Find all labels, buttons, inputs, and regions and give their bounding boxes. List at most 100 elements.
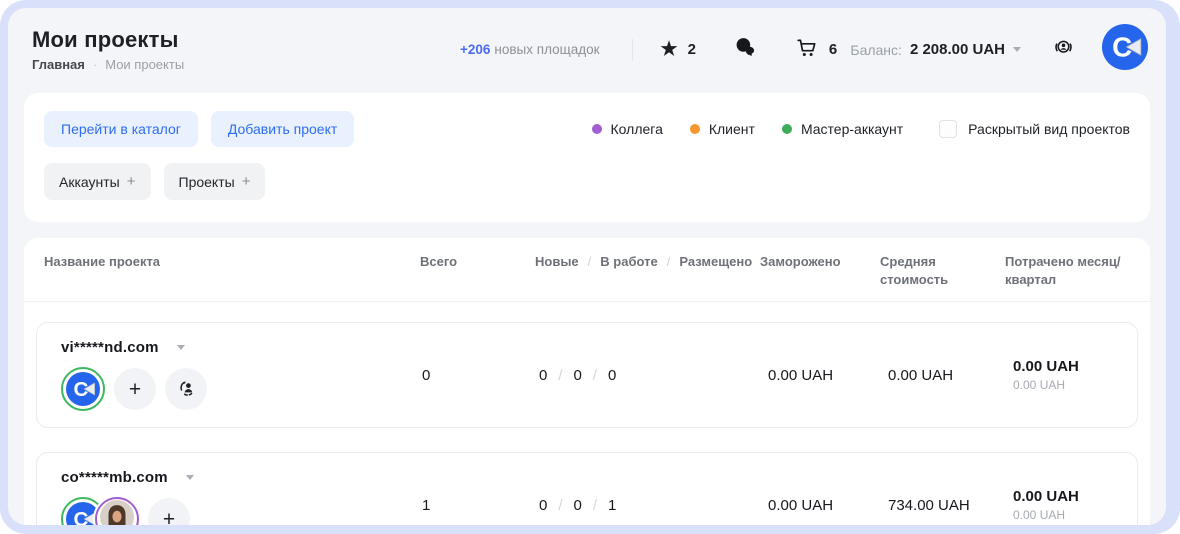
favorites-count: 2 <box>688 41 696 58</box>
slash-separator: / <box>593 497 597 514</box>
user-photo <box>100 500 134 525</box>
new-platforms-count: +206 <box>460 42 490 57</box>
breadcrumb: Главная · Мои проекты <box>32 57 460 72</box>
switch-account-icon <box>176 377 197 402</box>
go-to-catalog-button[interactable]: Перейти в каталог <box>44 111 198 147</box>
project-name: co*****mb.com <box>61 469 168 486</box>
statuses-value: 0 / 0 / 0 <box>529 367 754 384</box>
new-platforms-label: новых площадок <box>494 42 599 57</box>
colleague-dot-icon <box>592 124 602 134</box>
colleague-avatar[interactable] <box>95 497 139 525</box>
column-header-placed: Размещено <box>679 253 752 271</box>
client-dot-icon <box>690 124 700 134</box>
column-header-statuses: Новые / В работе / Размещено <box>529 253 754 271</box>
new-value: 0 <box>539 367 547 384</box>
column-header-in-progress: В работе <box>600 253 657 271</box>
slash-separator: / <box>593 367 597 384</box>
collaborator-logo-icon: C <box>1102 24 1148 75</box>
chevron-down-icon <box>186 475 194 480</box>
page-title: Мои проекты <box>32 27 460 53</box>
profile-avatar[interactable]: C <box>1102 24 1148 75</box>
balance-dropdown[interactable]: Баланс: 2 208.00 UAH <box>850 41 1021 58</box>
notifications-button[interactable] <box>1051 35 1076 65</box>
notifications-icon <box>1051 35 1076 65</box>
cart-counter[interactable]: 6 <box>795 36 837 64</box>
projects-filter-chip[interactable]: Проекты + <box>164 163 266 200</box>
legend-colleague-label: Коллега <box>611 121 663 137</box>
breadcrumb-home-link[interactable]: Главная <box>32 57 85 72</box>
app-container: Мои проекты Главная · Мои проекты +206но… <box>8 8 1166 525</box>
column-header-name: Название проекта <box>44 253 414 271</box>
spent-month-value: 0.00 UAH <box>1013 358 1137 375</box>
expanded-view-label: Раскрытый вид проектов <box>968 121 1130 137</box>
breadcrumb-separator: · <box>93 57 97 72</box>
projects-table-card: Название проекта Всего Новые / В работе … <box>24 238 1150 525</box>
column-header-total: Всего <box>414 253 529 271</box>
legend-colleague: Коллега <box>592 121 663 137</box>
new-platforms-link[interactable]: +206 новых площадок <box>460 42 600 57</box>
page-frame: Мои проекты Главная · Мои проекты +206но… <box>0 0 1180 534</box>
messages-button[interactable] <box>734 36 757 63</box>
chevron-down-icon <box>177 345 185 350</box>
toolbar-row-filters: Аккаунты + Проекты + <box>44 163 1130 200</box>
total-value: 0 <box>414 367 529 384</box>
role-legend: Коллега Клиент Мастер-аккаунт <box>592 121 904 137</box>
favorites-counter[interactable]: ★ 2 <box>661 40 696 59</box>
statuses-value: 0 / 0 / 1 <box>529 497 754 514</box>
cart-count: 6 <box>829 41 837 58</box>
spent-cell: 0.00 UAH 0.00 UAH <box>999 358 1137 392</box>
project-name-dropdown[interactable]: vi*****nd.com <box>61 339 414 356</box>
project-cell: vi*****nd.com C + <box>61 339 414 411</box>
column-header-avg-cost: Средняя стоимость <box>874 253 999 288</box>
legend-client: Клиент <box>690 121 755 137</box>
spent-quarter-value: 0.00 UAH <box>1013 378 1137 392</box>
spent-quarter-value: 0.00 UAH <box>1013 508 1137 522</box>
slash-separator: / <box>558 497 562 514</box>
project-name-dropdown[interactable]: co*****mb.com <box>61 469 414 486</box>
add-account-button[interactable]: + <box>148 498 190 525</box>
new-value: 0 <box>539 497 547 514</box>
add-account-button[interactable]: + <box>114 368 156 410</box>
expanded-view-toggle[interactable]: Раскрытый вид проектов <box>939 120 1130 138</box>
svg-text:C: C <box>73 508 88 525</box>
balance-label: Баланс: <box>850 42 902 58</box>
in-progress-value: 0 <box>574 367 582 384</box>
star-icon: ★ <box>661 40 678 59</box>
project-avatars: C + <box>61 367 414 411</box>
column-header-spent: Потрачено месяц/квартал <box>999 253 1130 288</box>
legend-master-account-label: Мастер-аккаунт <box>801 121 903 137</box>
project-cell: co*****mb.com C <box>61 469 414 525</box>
placed-value: 0 <box>608 367 616 384</box>
table-header-row: Название проекта Всего Новые / В работе … <box>24 238 1150 302</box>
slash-separator: / <box>667 253 671 271</box>
top-header: Мои проекты Главная · Мои проекты +206 но… <box>8 8 1166 83</box>
title-block: Мои проекты Главная · Мои проекты <box>32 27 460 72</box>
legend-client-label: Клиент <box>709 121 755 137</box>
master-account-avatar[interactable]: C <box>61 367 105 411</box>
in-progress-value: 0 <box>574 497 582 514</box>
plus-icon: + <box>127 173 136 190</box>
breadcrumb-current: Мои проекты <box>105 57 184 72</box>
total-value: 1 <box>414 497 529 514</box>
balance-value: 2 208.00 UAH <box>910 41 1005 58</box>
slash-separator: / <box>588 253 592 271</box>
accounts-filter-chip[interactable]: Аккаунты + <box>44 163 151 200</box>
chat-icon <box>734 36 757 63</box>
project-avatars: C + <box>61 497 414 525</box>
cart-icon <box>795 36 819 64</box>
toolbar-card: Перейти в каталог Добавить проект Коллег… <box>24 93 1150 222</box>
project-name: vi*****nd.com <box>61 339 159 356</box>
add-project-button[interactable]: Добавить проект <box>211 111 354 147</box>
legend-master-account: Мастер-аккаунт <box>782 121 903 137</box>
column-header-frozen: Заморожено <box>754 253 874 271</box>
header-divider <box>632 39 633 61</box>
transfer-project-button[interactable] <box>165 368 207 410</box>
avg-cost-value: 0.00 UAH <box>874 367 999 384</box>
frozen-value: 0.00 UAH <box>754 367 874 384</box>
table-body: vi*****nd.com C + <box>24 302 1150 525</box>
master-account-dot-icon <box>782 124 792 134</box>
expanded-view-checkbox[interactable] <box>939 120 957 138</box>
avg-cost-value: 734.00 UAH <box>874 497 999 514</box>
frozen-value: 0.00 UAH <box>754 497 874 514</box>
chevron-down-icon <box>1013 47 1021 52</box>
